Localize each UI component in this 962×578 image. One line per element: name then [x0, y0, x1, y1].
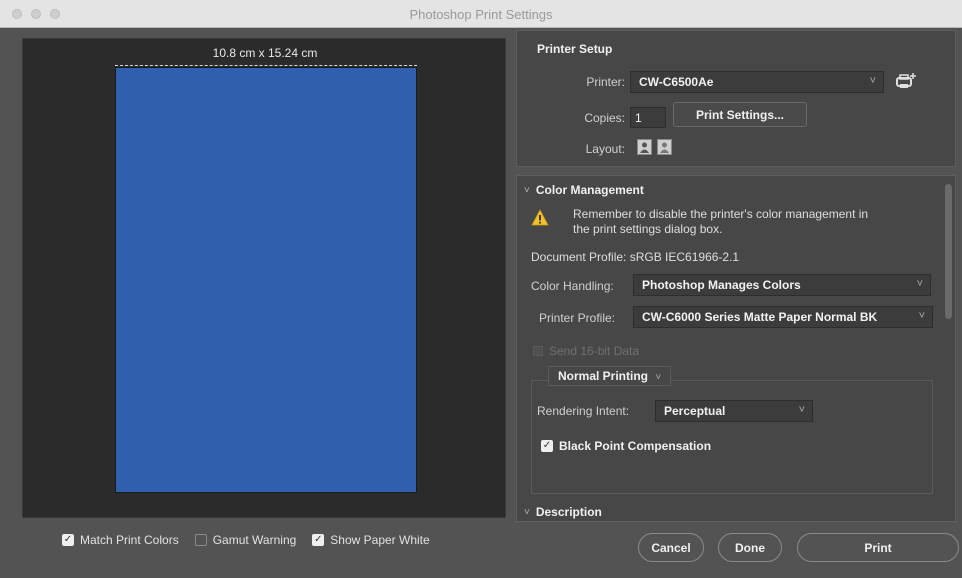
warning-message: Remember to disable the printer's color … — [573, 207, 869, 236]
window-title: Photoshop Print Settings — [409, 7, 553, 22]
warning-icon — [531, 209, 549, 226]
copies-input[interactable]: 1 — [630, 107, 666, 128]
color-management-header[interactable]: ˅ Color Management — [524, 183, 644, 197]
rendering-intent-value: Perceptual — [664, 404, 726, 418]
print-button[interactable]: Print — [797, 533, 959, 562]
preview-options: ✓ Match Print Colors Gamut Warning ✓ Sho… — [62, 532, 446, 548]
chevron-down-icon: ˅ — [918, 310, 925, 322]
settings-panel: Printer Setup Printer: CW-C6500Ae ˅ Copi… — [516, 30, 956, 522]
match-print-colors-checkbox[interactable]: ✓ — [62, 534, 74, 546]
layout-label: Layout: — [585, 142, 625, 156]
printer-select[interactable]: CW-C6500Ae ˅ — [630, 71, 884, 93]
add-printer-icon[interactable] — [894, 71, 918, 91]
printer-setup-section: Printer Setup Printer: CW-C6500Ae ˅ Copi… — [516, 30, 956, 167]
rendering-intent-label: Rendering Intent: — [537, 404, 630, 418]
copies-label: Copies: — [584, 111, 625, 125]
normal-printing-group — [531, 380, 933, 494]
color-management-title: Color Management — [535, 183, 644, 197]
black-point-compensation-checkbox[interactable]: ✓ — [541, 440, 553, 452]
rendering-intent-select[interactable]: Perceptual ˅ — [655, 400, 813, 422]
chevron-down-icon: ˅ — [869, 75, 876, 87]
gamut-warning-checkbox[interactable] — [194, 534, 207, 546]
paper-preview[interactable] — [115, 67, 417, 493]
chevron-down-icon: ˅ — [655, 372, 662, 383]
color-management-section: ˅ Color Management Remember to disable t… — [516, 175, 956, 522]
show-paper-white-checkbox[interactable]: ✓ — [312, 534, 325, 546]
send-16bit-option: Send 16-bit Data — [533, 344, 639, 358]
match-print-colors-label: Match Print Colors — [80, 533, 179, 547]
paper-dimensions: 10.8 cm x 15.24 cm — [212, 46, 318, 60]
show-paper-white-option[interactable]: ✓ Show Paper White — [312, 533, 430, 547]
print-settings-button[interactable]: Print Settings... — [673, 102, 807, 127]
black-point-compensation-option[interactable]: ✓ Black Point Compensation — [541, 439, 711, 453]
printer-profile-label: Printer Profile: — [539, 311, 616, 325]
match-print-colors-option[interactable]: ✓ Match Print Colors — [62, 533, 179, 547]
collapse-arrow-icon: ˅ — [524, 506, 530, 518]
printer-label: Printer: — [586, 75, 625, 89]
done-button[interactable]: Done — [718, 533, 782, 562]
cancel-button[interactable]: Cancel — [638, 533, 704, 562]
title-bar: Photoshop Print Settings — [0, 0, 962, 28]
print-preview: 10.8 cm x 15.24 cm — [22, 38, 506, 518]
printer-profile-value: CW-C6000 Series Matte Paper Normal BK — [642, 310, 878, 324]
color-handling-select[interactable]: Photoshop Manages Colors ˅ — [633, 274, 931, 296]
printer-setup-title: Printer Setup — [537, 42, 613, 56]
portrait-icon[interactable] — [637, 139, 652, 155]
black-point-compensation-label: Black Point Compensation — [559, 439, 712, 453]
description-title: Description — [535, 505, 602, 519]
normal-printing-label: Normal Printing — [558, 369, 649, 383]
send-16bit-checkbox — [533, 346, 543, 356]
dimension-line — [115, 65, 417, 66]
gamut-warning-label: Gamut Warning — [212, 533, 297, 547]
scrollbar[interactable] — [945, 184, 952, 319]
send-16bit-label: Send 16-bit Data — [549, 344, 640, 358]
show-paper-white-label: Show Paper White — [330, 533, 430, 547]
normal-printing-dropdown[interactable]: Normal Printing ˅ — [548, 366, 672, 386]
landscape-icon[interactable] — [657, 139, 672, 155]
chevron-down-icon: ˅ — [916, 278, 923, 290]
printer-profile-select[interactable]: CW-C6000 Series Matte Paper Normal BK ˅ — [633, 306, 933, 328]
description-header[interactable]: ˅ Description — [524, 505, 602, 519]
chevron-down-icon: ˅ — [798, 404, 805, 416]
color-handling-value: Photoshop Manages Colors — [642, 278, 801, 292]
collapse-arrow-icon: ˅ — [524, 184, 530, 196]
color-handling-label: Color Handling: — [531, 279, 614, 293]
gamut-warning-option[interactable]: Gamut Warning — [194, 533, 297, 547]
document-profile: Document Profile: sRGB IEC61966-2.1 — [531, 250, 740, 264]
printer-value: CW-C6500Ae — [639, 75, 714, 89]
